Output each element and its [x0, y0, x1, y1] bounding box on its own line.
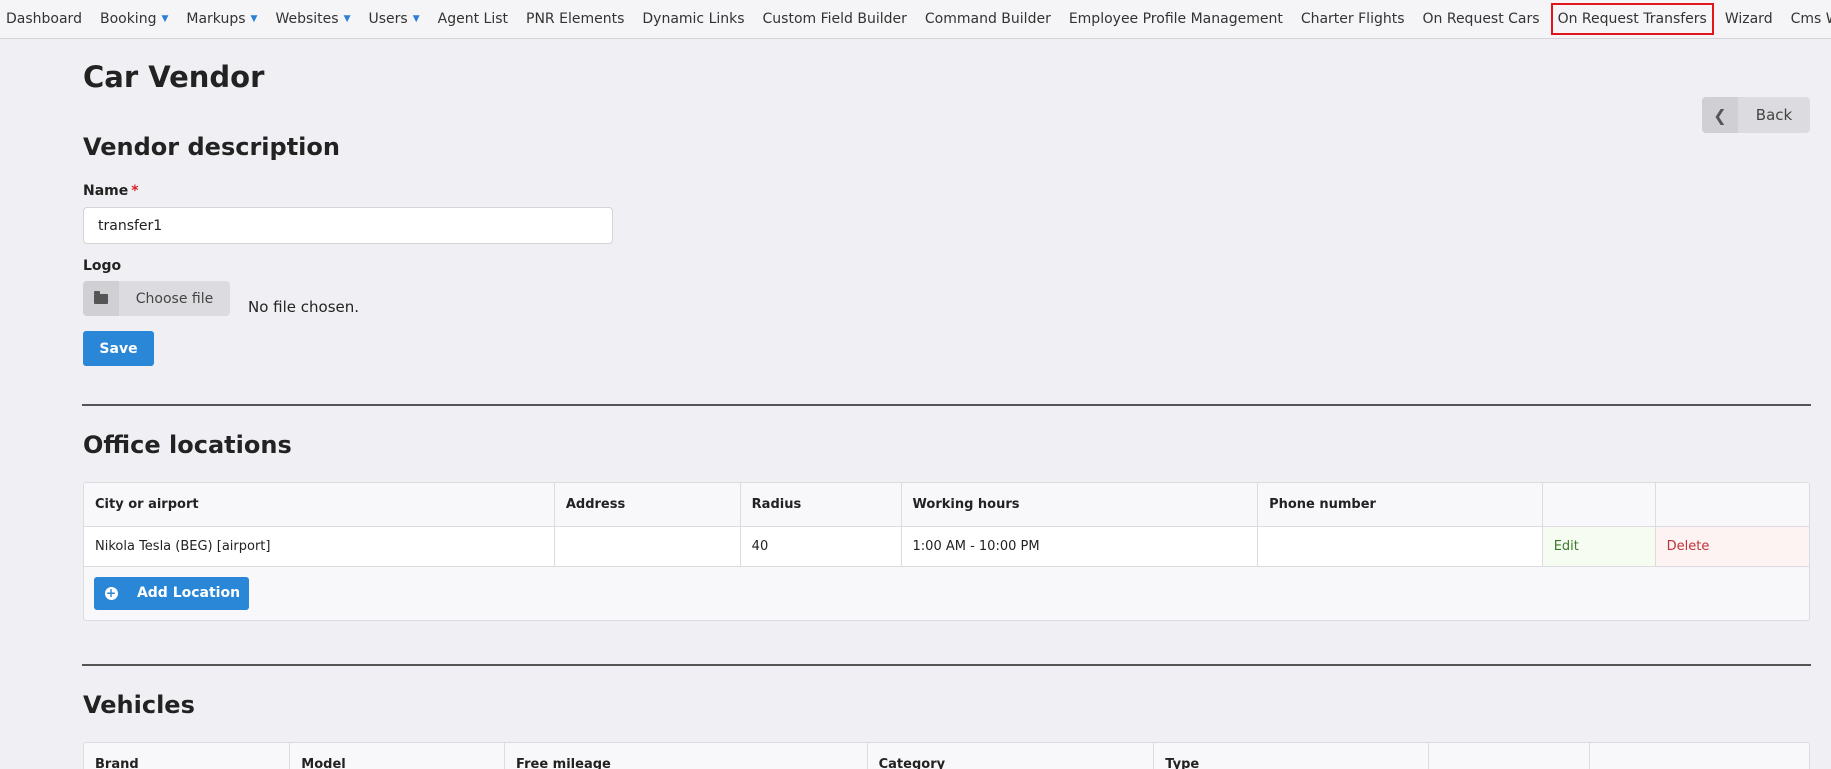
save-button[interactable]: Save [83, 331, 154, 366]
nav-item-label: Users [368, 11, 408, 27]
table-row: Nikola Tesla (BEG) [airport] 40 1:00 AM - … [84, 525, 1809, 567]
nav-item-charter-flights[interactable]: Charter Flights [1300, 5, 1406, 33]
cell-hours: 1:00 AM - 10:00 PM [901, 525, 1259, 567]
folder-icon [83, 281, 119, 316]
nav-item-custom-field-builder[interactable]: Custom Field Builder [762, 5, 908, 33]
chevron-down-icon: ▼ [250, 14, 258, 24]
chevron-left-icon: ❮ [1702, 97, 1738, 133]
chevron-down-icon: ▼ [343, 14, 351, 24]
office-locations-title: Office locations [83, 431, 292, 459]
column-header [1428, 743, 1590, 769]
office-locations-table: City or airport Address Radius Working hour… [84, 483, 1809, 567]
nav-item-markups[interactable]: Markups ▼ [185, 5, 258, 33]
nav-item-dashboard[interactable]: Dashboard [5, 5, 83, 33]
nav-item-users[interactable]: Users ▼ [368, 5, 421, 33]
vendor-description-title: Vendor description [83, 133, 340, 161]
chevron-down-icon: ▼ [412, 14, 420, 24]
name-label-text: Name [83, 183, 129, 199]
choose-file-button[interactable]: Choose file [83, 281, 230, 316]
column-header: Free mileage [504, 743, 868, 769]
nav-item-command-builder[interactable]: Command Builder [924, 5, 1052, 33]
nav-item-label: Booking [99, 11, 157, 27]
nav-item-pnr-elements[interactable]: PNR Elements [525, 5, 625, 33]
cell-radius: 40 [740, 525, 902, 567]
cell-city: Nikola Tesla (BEG) [airport] [84, 525, 555, 567]
file-status: No file chosen. [248, 298, 360, 316]
column-header: Category [867, 743, 1155, 769]
nav-item-label: Command Builder [924, 11, 1051, 27]
nav-item-label: On Request Cars [1422, 11, 1540, 27]
logo-label: Logo [83, 258, 122, 274]
column-header: Address [554, 483, 741, 526]
column-header [1655, 483, 1809, 526]
column-header: Phone number [1257, 483, 1543, 526]
vehicles-panel: Brand Model Free mileage Category Type [83, 742, 1810, 769]
nav-item-on-request-cars[interactable]: On Request Cars [1422, 5, 1541, 33]
cell-address [554, 525, 741, 567]
nav-item-booking[interactable]: Booking ▼ [99, 5, 169, 33]
column-header [1542, 483, 1656, 526]
nav-item-label: On Request Transfers [1557, 11, 1707, 27]
vehicles-table: Brand Model Free mileage Category Type [84, 743, 1809, 769]
back-button[interactable]: ❮ Back [1702, 97, 1810, 133]
nav-item-label: Charter Flights [1300, 11, 1405, 27]
column-header: Model [289, 743, 506, 769]
chevron-down-icon: ▼ [161, 14, 169, 24]
choose-file-label: Choose file [135, 290, 214, 307]
column-header: Working hours [901, 483, 1259, 526]
add-location-button[interactable]: + Add Location [94, 576, 249, 610]
back-button-label: Back [1755, 106, 1793, 124]
delete-link[interactable]: Delete [1655, 525, 1809, 567]
plus-circle-icon: + [104, 585, 118, 600]
add-location-label: Add Location [136, 585, 241, 601]
nav-item-label: Dynamic Links [642, 11, 745, 27]
column-header: City or airport [84, 483, 555, 526]
nav-item-on-request-transfers[interactable]: On Request Transfers [1550, 3, 1714, 35]
column-header [1589, 743, 1809, 769]
nav-item-label: PNR Elements [526, 11, 625, 27]
name-input[interactable] [83, 207, 613, 244]
nav-item-dynamic-links[interactable]: Dynamic Links [641, 5, 745, 33]
name-label: Name * [83, 183, 139, 199]
section-divider [82, 664, 1811, 666]
vehicles-title: Vehicles [83, 691, 195, 719]
nav-item-label: Dashboard [6, 11, 82, 27]
nav-item-wizard[interactable]: Wizard [1724, 5, 1774, 33]
nav-item-agent-list[interactable]: Agent List [437, 5, 509, 33]
nav-item-employee-profile-management[interactable]: Employee Profile Management [1068, 5, 1284, 33]
table-header-row: Brand Model Free mileage Category Type [84, 743, 1809, 769]
edit-link[interactable]: Edit [1542, 525, 1656, 567]
nav-item-cms-website[interactable]: Cms Website [1790, 5, 1831, 33]
nav-item-label: Markups [186, 11, 246, 27]
nav-item-label: Agent List [437, 11, 509, 27]
column-header: Type [1153, 743, 1429, 769]
table-header-row: City or airport Address Radius Working hour… [84, 483, 1809, 526]
nav-item-label: Employee Profile Management [1068, 11, 1283, 27]
section-divider [82, 404, 1811, 406]
column-header: Brand [84, 743, 291, 769]
nav-item-websites[interactable]: Websites ▼ [274, 5, 351, 33]
nav-item-label: Websites [275, 11, 339, 27]
office-locations-panel: City or airport Address Radius Working hour… [83, 482, 1810, 621]
nav-item-label: Cms Website [1790, 11, 1831, 27]
column-header: Radius [740, 483, 902, 526]
nav-item-label: Wizard [1724, 11, 1773, 27]
cell-phone [1257, 525, 1543, 567]
page-title: Car Vendor [83, 60, 265, 94]
required-mark: * [131, 183, 139, 199]
top-navigation: Dashboard Booking ▼ Markups ▼ Websites ▼ Users ▼… [0, 0, 1831, 39]
nav-item-label: Custom Field Builder [762, 11, 907, 27]
